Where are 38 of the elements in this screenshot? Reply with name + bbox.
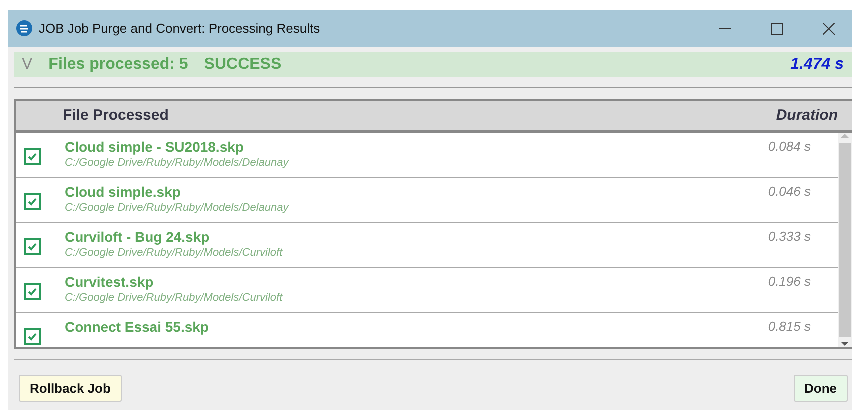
file-duration: 0.333 s xyxy=(768,229,811,244)
column-header: Duration xyxy=(776,107,838,124)
file-path: C:/Google Drive/Ruby/Ruby/Models/Delaunay xyxy=(65,202,290,214)
checkbox[interactable] xyxy=(24,328,41,345)
rollback-job-button[interactable]: Rollback Job xyxy=(19,375,122,402)
file-duration: 0.046 s xyxy=(768,184,811,199)
file-name: Cloud simple - SU2018.skp xyxy=(65,139,245,155)
checkmark-icon xyxy=(28,152,37,160)
file-path: C:/Google Drive/Ruby/Ruby/Models/Delaunay xyxy=(65,157,290,169)
file-name: Curviloft - Bug 24.skp xyxy=(65,229,211,245)
checkmark-icon xyxy=(28,332,37,340)
status-label: SUCCESS xyxy=(204,56,282,74)
scroll-down-icon[interactable] xyxy=(841,341,849,347)
close-icon xyxy=(823,22,835,34)
checkbox[interactable] xyxy=(24,283,41,300)
checkmark-icon xyxy=(28,242,37,250)
window-title: JOB Job Purge and Convert: Processing Results xyxy=(39,21,322,36)
file-duration: 0.196 s xyxy=(768,274,811,289)
file-name: Connect Essai 55.skp xyxy=(65,319,210,335)
file-path: C:/Google Drive/Ruby/Ruby/Models/Curviloft xyxy=(65,292,284,304)
total-duration: 1.474 s xyxy=(790,56,844,74)
file-name: Cloud simple.skp xyxy=(65,184,182,200)
file-duration: 0.815 s xyxy=(768,319,811,334)
checkmark-icon xyxy=(28,288,37,296)
checkbox[interactable] xyxy=(24,238,41,255)
file-path: C:/Google Drive/Ruby/Ruby/Models/Curviloft xyxy=(65,247,284,259)
app-logo-icon xyxy=(16,20,33,37)
file-duration: 0.084 s xyxy=(768,139,811,154)
checkbox[interactable] xyxy=(24,148,41,165)
minimize-icon xyxy=(719,28,731,30)
files-processed-label: Files processed: 5 xyxy=(48,56,188,74)
file-name: Curvitest.skp xyxy=(65,274,155,290)
column-header: File Processed xyxy=(63,107,170,124)
maximize-icon xyxy=(771,22,783,34)
scrollbar[interactable] xyxy=(838,133,852,347)
done-button[interactable]: Done xyxy=(794,375,848,402)
checkbox[interactable] xyxy=(24,193,41,210)
checkmark-icon xyxy=(28,198,37,206)
